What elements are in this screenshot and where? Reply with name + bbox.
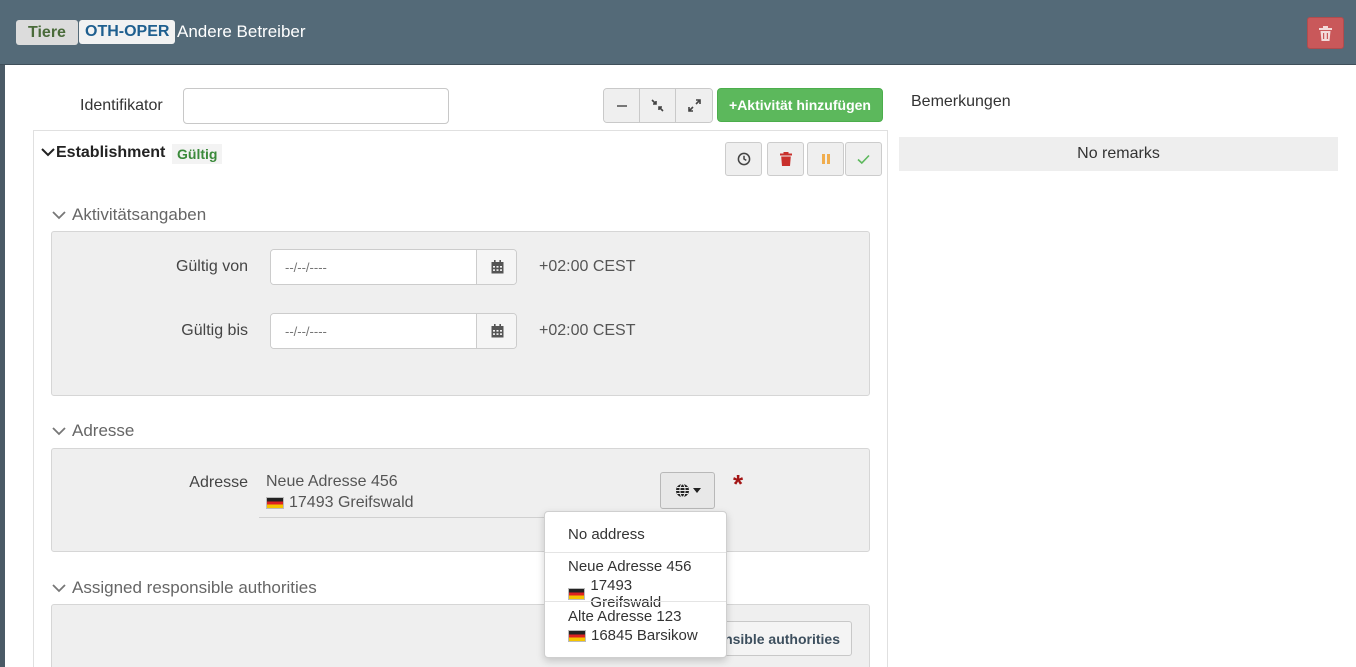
calendar-icon: [491, 324, 503, 338]
category-badge: Tiere: [16, 20, 78, 45]
dropdown-item-city-line: 17493 Greifswald: [568, 577, 703, 611]
delete-record-button[interactable]: [1307, 17, 1344, 49]
address-city: 17493 Greifswald: [289, 494, 414, 511]
dropdown-item-street: Neue Adresse 456: [568, 558, 692, 575]
required-marker: *: [733, 469, 744, 499]
valid-from-label: Gültig von: [175, 258, 248, 275]
activity-section-header[interactable]: Aktivitätsangaben: [52, 205, 206, 225]
dropdown-item-city: 17493 Greifswald: [590, 577, 662, 611]
establishment-title[interactable]: Establishment: [56, 144, 165, 162]
valid-to-calendar-button[interactable]: [476, 314, 516, 348]
germany-flag-icon: [568, 629, 586, 642]
expand-icon: [687, 99, 701, 112]
dropdown-divider: [545, 552, 726, 553]
remarks-panel: No remarks: [899, 137, 1338, 171]
add-activity-button[interactable]: +Aktivität hinzufügen: [717, 88, 883, 122]
header-bar: Tiere OTH-OPER Andere Betreiber: [0, 0, 1356, 65]
authorities-section-title: Assigned responsible authorities: [72, 578, 317, 597]
status-badge: Gültig: [172, 144, 223, 164]
address-section-header[interactable]: Adresse: [52, 421, 134, 441]
chevron-down-icon: [52, 427, 66, 436]
address-selector-button[interactable]: [660, 472, 715, 509]
view-toggle-group: [603, 88, 713, 123]
chevron-down-icon: [52, 211, 66, 220]
address-divider: [259, 517, 561, 518]
address-dropdown-menu: No address Neue Adresse 456 17493 Greifs…: [544, 511, 727, 658]
address-section-title: Adresse: [72, 421, 135, 440]
globe-icon: [675, 483, 689, 498]
valid-from-input[interactable]: [271, 250, 476, 284]
germany-flag-icon: [266, 497, 284, 509]
address-section-body: [51, 448, 870, 552]
valid-to-timezone: +02:00 CEST: [539, 322, 636, 339]
address-field-label: Adresse: [189, 474, 248, 491]
germany-flag-icon: [568, 588, 586, 600]
dropdown-item-label: No address: [568, 526, 645, 543]
calendar-icon: [491, 260, 503, 274]
delete-establishment-button[interactable]: [767, 142, 804, 176]
valid-from-timezone: +02:00 CEST: [539, 258, 636, 275]
history-button[interactable]: [725, 142, 762, 176]
authorities-section-header[interactable]: Assigned responsible authorities: [52, 578, 317, 598]
remarks-label: Bemerkungen: [911, 93, 1011, 110]
dropdown-item-city: 16845 Barsikow: [591, 627, 698, 644]
identifier-label: Identifikator: [80, 97, 163, 114]
suspend-button[interactable]: [807, 142, 844, 176]
dropdown-divider: [545, 601, 726, 602]
address-street: Neue Adresse 456: [266, 473, 398, 490]
caret-down-icon: [692, 488, 701, 493]
valid-from-field: [270, 249, 517, 285]
check-icon: [857, 154, 870, 164]
valid-from-calendar-button[interactable]: [476, 250, 516, 284]
dropdown-item-address[interactable]: Neue Adresse 456 17493 Greifswald: [545, 558, 726, 611]
page-title: Andere Betreiber: [177, 22, 306, 41]
compress-button[interactable]: [640, 89, 676, 122]
dropdown-item-no-address[interactable]: No address: [545, 526, 726, 543]
valid-to-input[interactable]: [271, 314, 476, 348]
valid-to-label: Gültig bis: [181, 322, 248, 339]
pause-icon: [821, 154, 830, 164]
compress-icon: [651, 99, 664, 112]
address-city-line: 17493 Greifswald: [266, 494, 414, 512]
operator-code-badge: OTH-OPER: [79, 20, 176, 44]
collapse-all-button[interactable]: [604, 89, 640, 122]
dropdown-item-address[interactable]: Alte Adresse 123 16845 Barsikow: [545, 608, 726, 644]
remarks-empty-text: No remarks: [1077, 145, 1160, 162]
dropdown-item-street: Alte Adresse 123: [568, 608, 682, 625]
clock-icon: [737, 152, 750, 166]
expand-button[interactable]: [676, 89, 712, 122]
validate-button[interactable]: [845, 142, 882, 176]
chevron-down-icon: [52, 584, 66, 593]
dropdown-item-city-line: 16845 Barsikow: [568, 627, 703, 644]
activity-section-title: Aktivitätsangaben: [72, 205, 207, 224]
trash-icon: [1319, 25, 1332, 41]
trash-icon: [779, 152, 792, 166]
chevron-down-icon[interactable]: [41, 146, 55, 158]
valid-to-field: [270, 313, 517, 349]
identifier-input[interactable]: [183, 88, 449, 124]
minus-icon: [616, 104, 627, 107]
